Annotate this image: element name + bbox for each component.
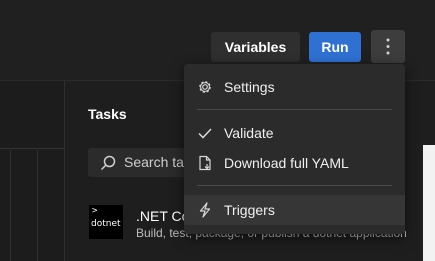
run-button[interactable]: Run xyxy=(309,32,361,62)
more-options-button[interactable] xyxy=(371,30,405,63)
background-panel-edge xyxy=(423,145,435,261)
menu-item-label: Triggers xyxy=(224,202,275,218)
menu-item-label: Validate xyxy=(224,125,274,141)
gear-icon xyxy=(199,81,211,93)
menu-item-triggers[interactable]: Triggers xyxy=(184,195,405,225)
editor-guide xyxy=(37,150,38,261)
more-vertical-icon xyxy=(386,38,390,55)
menu-item-validate[interactable]: Validate xyxy=(184,118,405,148)
menu-item-label: Settings xyxy=(224,79,275,95)
menu-item-settings[interactable]: Settings xyxy=(184,72,405,102)
tasks-title: Tasks xyxy=(88,106,127,122)
search-icon xyxy=(100,155,116,171)
menu-separator xyxy=(197,185,392,186)
lightning-icon xyxy=(199,202,211,218)
editor-guide xyxy=(10,150,11,261)
terminal-prompt-icon: > xyxy=(92,206,98,216)
dotnet-logo: > dotnet xyxy=(89,205,123,239)
yaml-editor-area[interactable] xyxy=(0,81,65,261)
variables-button[interactable]: Variables xyxy=(211,32,300,62)
menu-item-download-yaml[interactable]: Download full YAML xyxy=(184,148,405,178)
menu-separator xyxy=(197,109,392,110)
editor-line xyxy=(0,148,65,149)
more-options-menu: Settings Validate Download full YAML Tri… xyxy=(184,64,405,234)
menu-item-label: Download full YAML xyxy=(224,155,349,171)
download-file-icon xyxy=(199,155,211,171)
logo-text: dotnet xyxy=(91,219,121,229)
checkmark-icon xyxy=(198,128,212,139)
